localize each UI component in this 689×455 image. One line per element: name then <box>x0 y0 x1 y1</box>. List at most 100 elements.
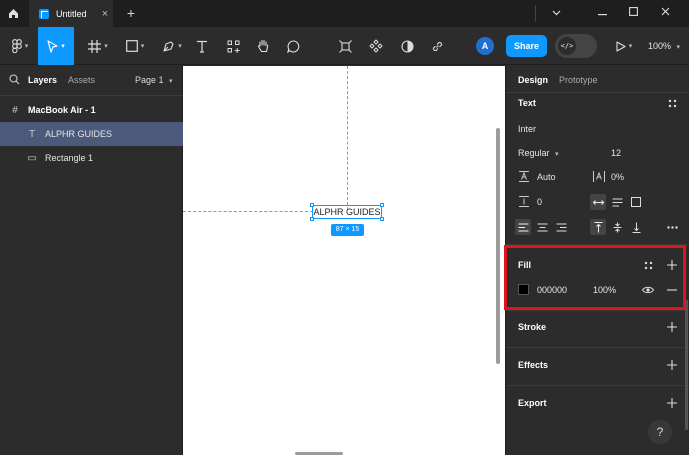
align-left-button[interactable] <box>515 219 531 235</box>
new-tab-button[interactable]: + <box>121 4 141 22</box>
link-button[interactable] <box>426 27 448 65</box>
align-right-icon <box>556 223 566 231</box>
dimension-badge: 87 × 15 <box>331 224 364 236</box>
line-height-input[interactable]: Auto <box>537 172 556 182</box>
layer-name: Rectangle 1 <box>45 153 94 163</box>
stroke-section-title: Stroke <box>518 322 547 332</box>
align-center-button[interactable] <box>534 219 550 235</box>
layers-panel: Layers Assets Page 1 ▾ # MacBook Air - 1… <box>0 66 183 455</box>
layer-name: MacBook Air - 1 <box>28 105 96 115</box>
resize-handle[interactable] <box>380 217 384 221</box>
frame-icon <box>88 39 102 53</box>
chevron-down-icon: ▾ <box>555 151 559 158</box>
design-panel-scrollbar[interactable] <box>685 300 688 430</box>
text-tool[interactable] <box>192 27 212 65</box>
auto-width-button[interactable] <box>590 194 606 210</box>
chevron-down-icon: ▾ <box>61 43 65 50</box>
font-weight-select[interactable]: Regular ▾ <box>518 148 559 158</box>
move-tool[interactable]: ▾ <box>38 27 74 65</box>
file-icon <box>39 8 49 19</box>
add-export-button[interactable] <box>664 395 680 411</box>
text-styles-button[interactable] <box>664 95 680 111</box>
text-icon <box>197 40 207 53</box>
frame-tool[interactable]: ▾ <box>80 27 116 65</box>
panel-divider <box>506 385 689 386</box>
align-middle-button[interactable] <box>609 219 625 235</box>
collapse-button[interactable] <box>541 0 571 27</box>
resize-handle[interactable] <box>380 203 384 207</box>
text-icon: T <box>28 128 36 140</box>
tab-layers[interactable]: Layers <box>28 75 57 85</box>
comment-icon <box>286 39 299 53</box>
zoom-level: 100% <box>648 41 672 51</box>
fixed-size-button[interactable] <box>628 194 644 210</box>
hand-tool[interactable] <box>252 27 274 65</box>
font-family-select[interactable]: Inter <box>518 124 536 134</box>
paragraph-spacing-icon <box>519 196 529 207</box>
vertical-scrollbar[interactable] <box>496 128 500 364</box>
layer-row-rectangle[interactable]: ▭ Rectangle 1 <box>0 146 183 170</box>
align-center-icon <box>537 223 547 231</box>
help-button[interactable]: ? <box>648 420 672 444</box>
fixed-size-icon <box>631 197 641 207</box>
letter-spacing-input[interactable]: 0% <box>611 172 624 182</box>
dev-mode-toggle[interactable]: </> <box>555 34 597 58</box>
cursor-icon <box>47 39 58 53</box>
shape-tool[interactable]: ▾ <box>118 27 152 65</box>
chevron-down-icon <box>552 10 560 16</box>
layer-name: ALPHR GUIDES <box>45 129 113 139</box>
more-text-options-button[interactable] <box>664 219 680 235</box>
auto-height-icon <box>612 198 622 206</box>
tab-assets[interactable]: Assets <box>68 75 95 85</box>
align-bottom-button[interactable] <box>628 219 644 235</box>
resize-handle[interactable] <box>310 203 314 207</box>
title-divider <box>535 5 536 22</box>
chevron-down-icon: ▾ <box>178 43 182 50</box>
canvas[interactable]: ALPHR GUIDES 87 × 15 <box>183 66 505 455</box>
create-component-button[interactable] <box>365 27 387 65</box>
close-window-button[interactable] <box>650 0 680 27</box>
share-button[interactable]: Share <box>506 35 547 57</box>
line-height-icon <box>519 171 529 182</box>
tab-design[interactable]: Design <box>518 75 548 85</box>
home-button[interactable] <box>0 0 27 27</box>
present-button[interactable]: ▾ <box>612 27 636 65</box>
crop-button[interactable] <box>334 27 356 65</box>
plus-icon <box>667 360 677 370</box>
maximize-button[interactable] <box>618 0 648 27</box>
pen-icon <box>163 40 174 52</box>
letter-spacing-icon <box>593 171 605 182</box>
pen-tool[interactable]: ▾ <box>155 27 189 65</box>
align-bottom-icon <box>632 222 640 233</box>
minimize-button[interactable] <box>587 0 617 27</box>
layer-row-frame[interactable]: # MacBook Air - 1 <box>0 98 183 122</box>
comment-tool[interactable] <box>282 27 304 65</box>
add-effect-button[interactable] <box>664 357 680 373</box>
auto-height-button[interactable] <box>609 194 625 210</box>
align-right-button[interactable] <box>553 219 569 235</box>
font-size-input[interactable]: 12 <box>611 148 621 158</box>
minimize-icon <box>597 14 607 16</box>
search-icon[interactable] <box>9 74 20 85</box>
zoom-selector[interactable]: 100% ▾ <box>648 27 680 65</box>
layer-row-text[interactable]: T ALPHR GUIDES <box>0 122 183 146</box>
maximize-icon <box>628 7 638 16</box>
chevron-down-icon: ▾ <box>104 43 108 50</box>
paragraph-spacing-input[interactable]: 0 <box>537 197 542 207</box>
avatar[interactable]: A <box>476 37 494 55</box>
mask-button[interactable] <box>396 27 418 65</box>
tab-title: Untitled <box>56 8 87 19</box>
more-icon <box>666 225 678 229</box>
resources-tool[interactable] <box>222 27 244 65</box>
page-selector[interactable]: Page 1 ▾ <box>135 75 173 85</box>
panel-divider <box>506 347 689 348</box>
close-tab-icon[interactable]: × <box>97 8 113 20</box>
main-menu-button[interactable]: ▾ <box>4 27 36 65</box>
file-tab[interactable]: Untitled × <box>29 0 113 27</box>
selected-text-layer[interactable]: ALPHR GUIDES <box>312 205 382 219</box>
align-top-button[interactable] <box>590 219 606 235</box>
styles-grid-icon <box>668 99 676 107</box>
tab-prototype[interactable]: Prototype <box>559 75 598 85</box>
resize-handle[interactable] <box>310 217 314 221</box>
add-stroke-button[interactable] <box>664 319 680 335</box>
